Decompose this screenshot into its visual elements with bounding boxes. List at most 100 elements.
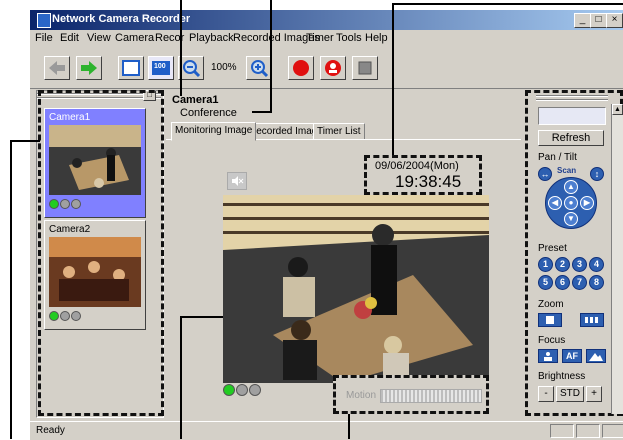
emergency-icon	[325, 60, 341, 76]
live-camera-image[interactable]	[223, 195, 489, 383]
stop-button[interactable]	[352, 56, 378, 80]
pan-scan-left-button[interactable]: ↔	[538, 167, 552, 181]
pan-right-button[interactable]: ▶	[580, 196, 594, 210]
scroll-up-button[interactable]: ▲	[612, 104, 623, 115]
menu-playback[interactable]: Playback	[189, 32, 234, 44]
status-led	[236, 384, 248, 396]
focus-label: Focus	[538, 335, 566, 346]
back-button[interactable]	[44, 56, 70, 80]
status-pane	[602, 424, 623, 438]
record-icon	[293, 60, 309, 76]
preset-1-button[interactable]: 1	[538, 257, 553, 272]
forward-arrow-icon	[81, 61, 97, 75]
refresh-button[interactable]: Refresh	[538, 130, 604, 146]
callout-line	[10, 140, 12, 439]
auto-focus-button[interactable]: AF	[562, 349, 582, 363]
size-100-button[interactable]: 100	[148, 56, 174, 80]
maximize-button[interactable]: □	[590, 13, 607, 28]
close-button[interactable]: ×	[606, 13, 623, 28]
fullscreen-icon	[122, 60, 140, 76]
preset-5-button[interactable]: 5	[538, 275, 553, 290]
menu-edit[interactable]: Edit	[60, 32, 79, 44]
time-display: 19:38:45	[395, 172, 462, 191]
emergency-record-button[interactable]	[320, 56, 346, 80]
focus-near-icon	[544, 352, 552, 361]
zoom-tele-icon	[585, 317, 598, 323]
zoom-wide-button[interactable]	[538, 313, 562, 327]
callout-line	[392, 3, 623, 5]
stop-icon	[358, 61, 372, 75]
preset-6-button[interactable]: 6	[555, 275, 570, 290]
menu-bar: File Edit View Camera Recor Playback Rec…	[30, 30, 623, 49]
callout-camera-list	[38, 90, 164, 416]
home-position-button[interactable]: ●	[564, 196, 578, 210]
minimize-button[interactable]: _	[574, 13, 591, 28]
status-pane	[576, 424, 600, 438]
menu-timer[interactable]: Timer	[306, 32, 334, 44]
size-100-text: 100	[154, 63, 166, 70]
fullscreen-button[interactable]	[118, 56, 144, 80]
pan-left-button[interactable]: ◀	[548, 196, 562, 210]
preset-7-button[interactable]: 7	[572, 275, 587, 290]
tilt-scan-button[interactable]: ↕	[590, 167, 604, 181]
menu-file[interactable]: File	[35, 32, 53, 44]
title-bar: Network Camera Recorder _ □ ×	[30, 10, 623, 30]
control-panel-grip[interactable]	[536, 95, 608, 103]
callout-line	[180, 316, 182, 439]
motion-level-bar	[380, 389, 482, 403]
focus-far-button[interactable]	[586, 349, 606, 363]
brightness-brighter-button[interactable]: +	[586, 386, 602, 402]
zoom-wide-icon	[546, 316, 554, 324]
datetime-box: 09/06/2004(Mon) 19:38:45	[364, 155, 482, 195]
control-panel-scrollbar[interactable]: ▲	[611, 104, 623, 414]
forward-button[interactable]	[76, 56, 102, 80]
status-text: Ready	[36, 425, 65, 436]
callout-line	[180, 316, 223, 318]
callout-line	[180, 0, 182, 96]
callout-line	[348, 414, 350, 439]
callout-line	[270, 0, 272, 112]
motion-indicator-box: Motion	[333, 375, 489, 414]
brightness-label: Brightness	[538, 371, 586, 382]
menu-help[interactable]: Help	[365, 32, 388, 44]
tilt-up-button[interactable]: ▲	[564, 180, 578, 194]
focus-far-icon	[589, 353, 603, 361]
brightness-standard-button[interactable]: STD	[556, 386, 584, 402]
zoom-level: 100%	[211, 62, 237, 73]
audio-mute-button[interactable]	[227, 172, 247, 190]
zoom-label: Zoom	[538, 299, 564, 310]
zoom-in-button[interactable]	[246, 56, 272, 80]
menu-view[interactable]: View	[87, 32, 111, 44]
zoom-in-icon	[251, 60, 269, 78]
callout-line	[10, 140, 40, 142]
zoom-tele-button[interactable]	[580, 313, 604, 327]
window-title: Network Camera Recorder	[52, 13, 191, 25]
menu-tools[interactable]: Tools	[336, 32, 362, 44]
menu-camera[interactable]: Camera	[115, 32, 154, 44]
toolbar: 100 100%	[30, 48, 623, 89]
status-led	[249, 384, 261, 396]
focus-near-button[interactable]	[538, 349, 558, 363]
app-icon	[37, 13, 51, 28]
pan-tilt-label: Pan / Tilt	[538, 152, 577, 163]
camera-control-panel: Refresh Pan / Tilt ↔ Scan ↕ ▲ ◀ ● ▶ ▼ Pr…	[525, 90, 623, 416]
tab-timer-list[interactable]: Timer List	[313, 123, 365, 140]
preset-2-button[interactable]: 2	[555, 257, 570, 272]
preset-4-button[interactable]: 4	[589, 257, 604, 272]
camera-selector[interactable]	[538, 107, 606, 125]
scan-label: Scan	[557, 166, 577, 175]
preset-3-button[interactable]: 3	[572, 257, 587, 272]
date-display: 09/06/2004(Mon)	[375, 160, 459, 172]
camera-location: Conference	[180, 107, 237, 119]
status-bar: Ready	[30, 421, 623, 440]
tilt-down-button[interactable]: ▼	[564, 212, 578, 226]
preset-label: Preset	[538, 243, 567, 254]
brightness-darker-button[interactable]: -	[538, 386, 554, 402]
status-led	[223, 384, 235, 396]
preset-8-button[interactable]: 8	[589, 275, 604, 290]
record-button[interactable]	[288, 56, 314, 80]
callout-line	[252, 111, 272, 113]
zoom-out-icon	[183, 60, 201, 78]
back-arrow-icon	[49, 61, 65, 75]
tab-monitoring-image[interactable]: Monitoring Image	[171, 122, 257, 141]
